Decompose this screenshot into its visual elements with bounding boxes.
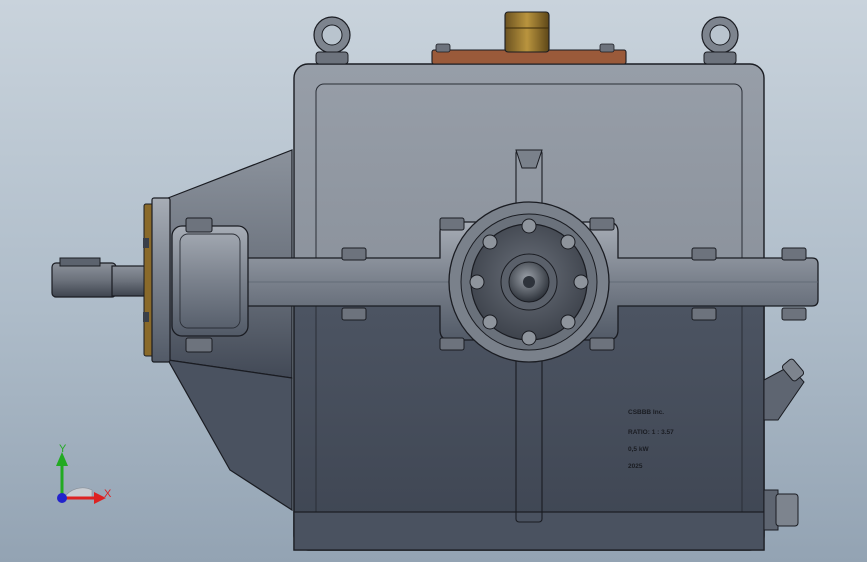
oil-level-plug[interactable] bbox=[763, 358, 805, 421]
y-axis-label: Y bbox=[59, 443, 67, 455]
x-axis-label: X bbox=[104, 488, 112, 500]
breather-cap[interactable] bbox=[504, 11, 550, 53]
shaft-key bbox=[59, 257, 101, 267]
lifting-eye-left[interactable] bbox=[313, 16, 351, 65]
drain-plug[interactable] bbox=[763, 489, 799, 531]
input-bearing-cover[interactable] bbox=[171, 225, 249, 337]
output-hub[interactable] bbox=[448, 201, 610, 363]
lifting-eye-right[interactable] bbox=[701, 16, 739, 65]
input-shaft[interactable] bbox=[51, 257, 149, 298]
inspection-cover[interactable] bbox=[431, 11, 627, 65]
gearbox-model[interactable]: CSBBB Inc. RATIO: 1 : 3.57 0,5 kW 2025 Y… bbox=[0, 0, 867, 562]
name-plate-line2: RATIO: 1 : 3.57 bbox=[628, 429, 674, 436]
z-axis-marker bbox=[57, 493, 67, 503]
name-plate-line1: CSBBB Inc. bbox=[628, 409, 664, 416]
name-plate-line3: 0,5 kW bbox=[628, 446, 649, 453]
cad-viewport[interactable]: CSBBB Inc. RATIO: 1 : 3.57 0,5 kW 2025 Y… bbox=[0, 0, 867, 562]
coordinate-triad: Y X bbox=[56, 443, 112, 504]
seal-flange[interactable] bbox=[143, 197, 171, 363]
name-plate-line4: 2025 bbox=[628, 463, 643, 470]
